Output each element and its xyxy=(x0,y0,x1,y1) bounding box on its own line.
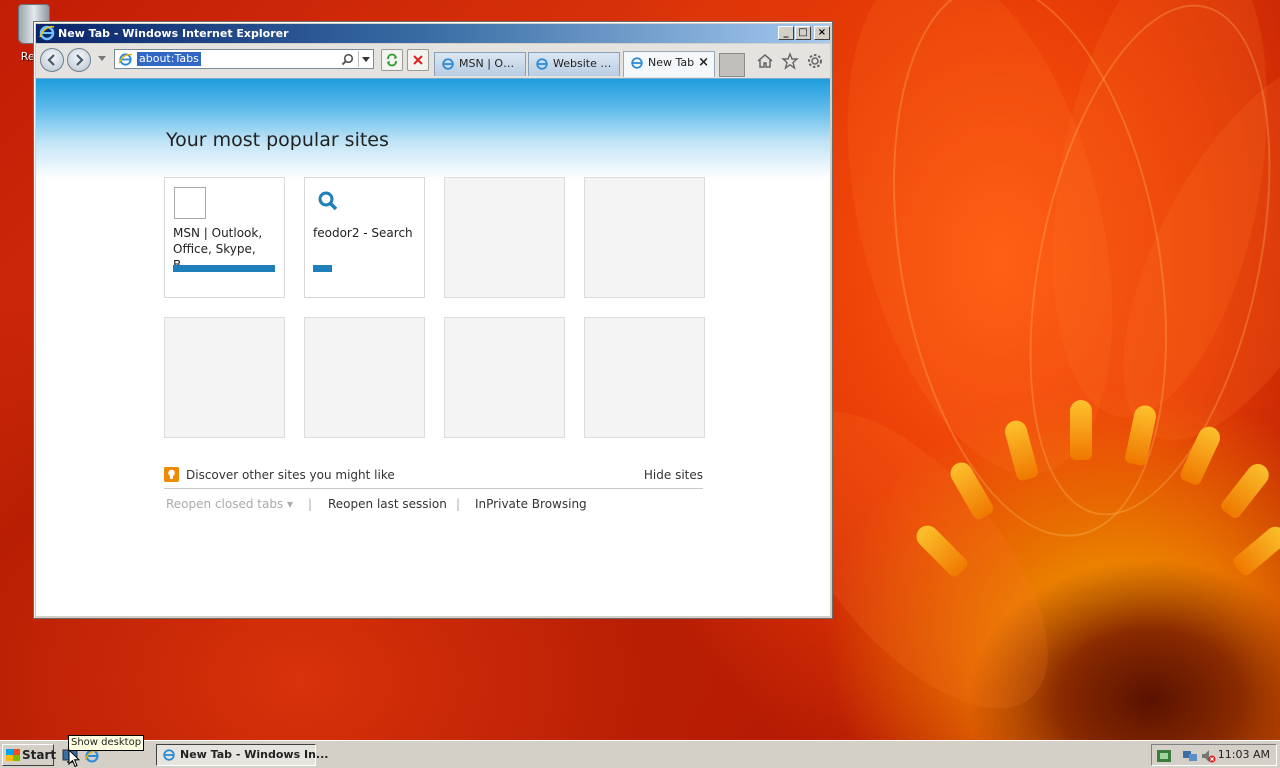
discover-sites-link[interactable]: Discover other sites you might like xyxy=(186,468,395,482)
address-input[interactable]: about:Tabs xyxy=(137,52,201,66)
reopen-closed-tabs-link[interactable]: Reopen closed tabs ▾ xyxy=(166,497,293,511)
home-icon[interactable] xyxy=(756,52,774,70)
toolbar: about:Tabs MSN | Out... Website r... New… xyxy=(36,44,830,78)
windows-flag-icon xyxy=(6,749,20,761)
arrow-right-icon xyxy=(76,54,84,66)
inprivate-browsing-link[interactable]: InPrivate Browsing xyxy=(475,497,587,511)
separator: | xyxy=(308,497,313,511)
empty-site-tile[interactable] xyxy=(584,177,705,298)
empty-site-tile[interactable] xyxy=(584,317,705,438)
gear-icon[interactable] xyxy=(806,52,824,70)
hide-sites-link[interactable]: Hide sites xyxy=(644,468,703,482)
search-icon xyxy=(318,191,338,211)
history-dropdown-icon[interactable] xyxy=(98,56,106,62)
tab-label: Website r... xyxy=(553,57,613,70)
ie-page-icon xyxy=(631,57,643,69)
start-button[interactable]: Start xyxy=(2,744,57,766)
close-button[interactable]: × xyxy=(814,26,830,40)
search-icon[interactable] xyxy=(341,53,354,66)
taskbar: Start New Tab - Windows In... 11:03 AM xyxy=(0,740,1280,768)
system-tray: 11:03 AM xyxy=(1151,744,1277,766)
ie-page-icon xyxy=(536,58,548,70)
empty-site-tile[interactable] xyxy=(304,317,425,438)
address-dropdown-button[interactable] xyxy=(358,51,372,67)
forward-button[interactable] xyxy=(67,48,91,72)
popularity-bar xyxy=(173,265,275,272)
site-tile-name: feodor2 - Search xyxy=(313,226,413,240)
popularity-bar xyxy=(313,265,332,272)
empty-site-tile[interactable] xyxy=(444,317,565,438)
tab-website[interactable]: Website r... xyxy=(528,52,620,76)
start-label: Start xyxy=(22,748,57,762)
site-favicon-icon xyxy=(174,187,206,219)
arrow-left-icon xyxy=(47,54,55,66)
page-icon xyxy=(118,53,133,66)
network-icon[interactable] xyxy=(1182,748,1198,764)
minimize-button[interactable]: _ xyxy=(778,26,794,40)
discover-section: Discover other sites you might like Hide… xyxy=(164,467,703,489)
empty-site-tile[interactable] xyxy=(164,317,285,438)
tab-close-icon[interactable]: × xyxy=(698,52,709,74)
ie-logo-icon xyxy=(39,25,55,41)
window-title: New Tab - Windows Internet Explorer xyxy=(58,27,289,40)
refresh-button[interactable] xyxy=(381,49,403,71)
ie-window: New Tab - Windows Internet Explorer _ □ … xyxy=(33,21,833,619)
favorites-star-icon[interactable] xyxy=(781,52,799,70)
site-tile-search[interactable]: feodor2 - Search xyxy=(304,177,425,298)
title-bar[interactable]: New Tab - Windows Internet Explorer _ □ … xyxy=(36,24,830,43)
maximize-button[interactable]: □ xyxy=(795,26,811,40)
back-button[interactable] xyxy=(40,48,64,72)
separator: | xyxy=(456,497,461,511)
chevron-down-icon xyxy=(362,57,370,62)
clock[interactable]: 11:03 AM xyxy=(1218,745,1270,765)
tab-new-tab[interactable]: New Tab × xyxy=(623,51,715,77)
tab-msn[interactable]: MSN | Out... xyxy=(434,52,526,76)
tab-label: MSN | Out... xyxy=(459,57,519,70)
volume-muted-icon[interactable] xyxy=(1200,748,1216,764)
address-bar[interactable]: about:Tabs xyxy=(114,49,374,69)
stop-icon xyxy=(413,55,423,65)
mouse-cursor-icon xyxy=(68,749,80,768)
ie-page-icon xyxy=(442,58,454,70)
taskbar-item-ie[interactable]: New Tab - Windows In... xyxy=(156,744,328,766)
lightbulb-icon xyxy=(164,467,179,482)
reopen-last-session-link[interactable]: Reopen last session xyxy=(328,497,447,511)
page-content: Your most popular sites MSN | Outlook, O… xyxy=(36,78,830,616)
empty-site-tile[interactable] xyxy=(444,177,565,298)
language-icon[interactable] xyxy=(1156,748,1172,764)
stop-button[interactable] xyxy=(407,49,429,71)
page-title: Your most popular sites xyxy=(166,129,389,151)
site-tile-msn[interactable]: MSN | Outlook, Office, Skype, B... xyxy=(164,177,285,298)
taskbar-item-title: New Tab - Windows In... xyxy=(180,748,329,761)
ie-page-icon xyxy=(163,749,175,761)
refresh-icon xyxy=(387,53,397,67)
new-tab-button[interactable] xyxy=(719,53,745,77)
